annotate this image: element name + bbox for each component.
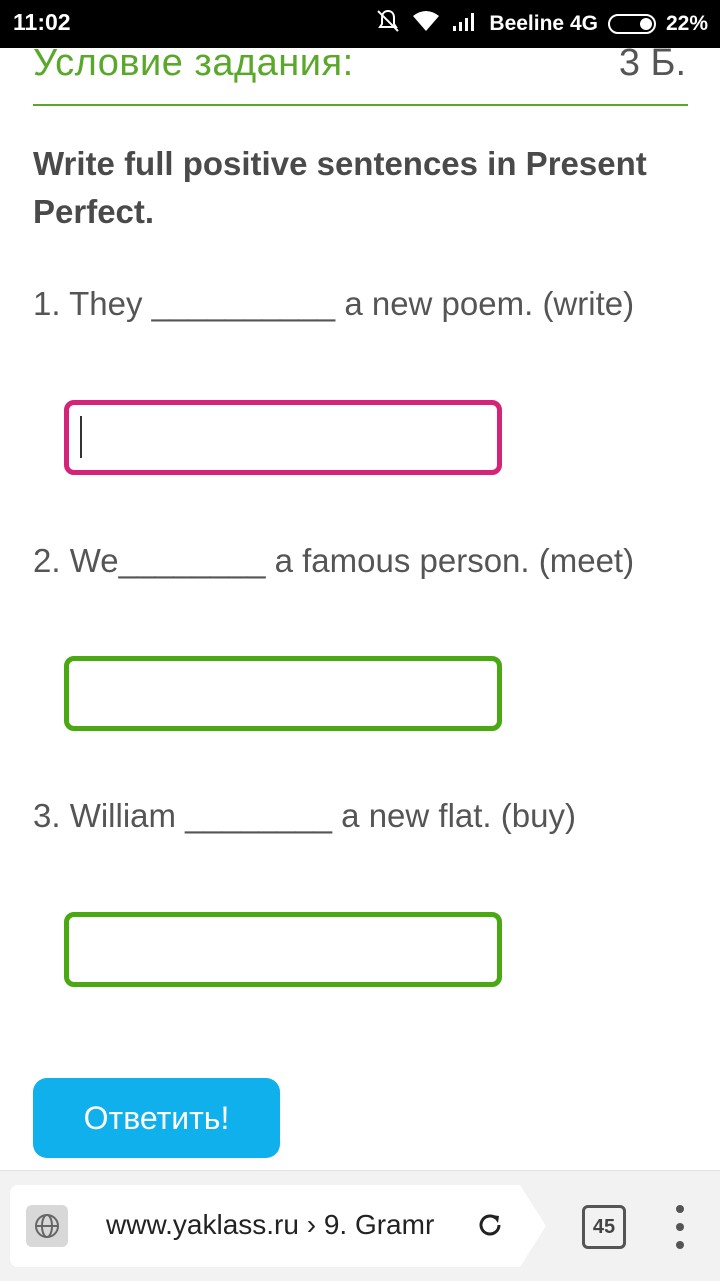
wifi-icon xyxy=(411,9,441,39)
status-icons: Beeline 4G 22% xyxy=(375,9,708,39)
question-3: 3. William ________ a new flat. (buy) xyxy=(33,797,576,834)
status-time: 11:02 xyxy=(13,9,71,35)
text-caret xyxy=(80,416,82,458)
menu-icon[interactable] xyxy=(670,1205,690,1249)
battery-icon xyxy=(607,14,656,34)
task-instruction: Write full positive sentences in Present… xyxy=(33,145,647,230)
address-bar-arrow xyxy=(520,1185,546,1267)
answer-input-3[interactable] xyxy=(64,912,502,987)
address-bar[interactable]: www.yaklass.ru › 9. Gramr xyxy=(10,1185,520,1267)
url-text[interactable]: www.yaklass.ru › 9. Gramr xyxy=(106,1209,451,1241)
reload-icon[interactable] xyxy=(472,1207,508,1243)
status-bar: 11:02 Beeline 4G 22% xyxy=(0,0,720,48)
tabs-icon[interactable]: 45 xyxy=(582,1205,626,1249)
question-1: 1. They __________ a new poem. (write) xyxy=(33,285,635,322)
answer-input-1[interactable] xyxy=(64,400,502,475)
carrier-label: Beeline 4G xyxy=(489,12,598,35)
mute-bell-icon xyxy=(375,8,401,40)
globe-icon[interactable] xyxy=(26,1205,68,1247)
task-points: 3 Б. xyxy=(618,42,686,84)
submit-button[interactable]: Ответить! xyxy=(33,1078,280,1158)
signal-icon xyxy=(451,10,479,38)
answer-input-2[interactable] xyxy=(64,656,502,731)
task-header: Условие задания: 3 Б. xyxy=(33,40,688,106)
question-2: 2. We________ a famous person. (meet) xyxy=(33,542,635,579)
battery-percent: 22% xyxy=(665,12,708,35)
task-title: Условие задания: xyxy=(33,42,354,84)
